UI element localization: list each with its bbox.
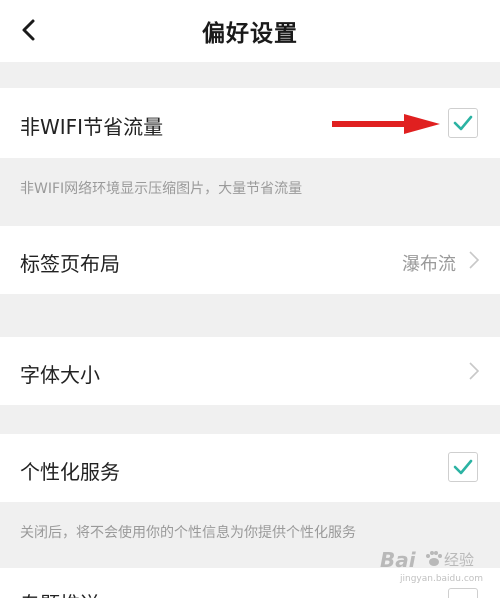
tab-layout-value: 瀑布流: [402, 254, 456, 275]
check-icon: [453, 115, 473, 131]
wifi-saving-note: 非WIFI网络环境显示压缩图片，大量节省流量: [20, 181, 303, 197]
personalization-label: 个性化服务: [20, 460, 120, 484]
setting-row-tab-layout[interactable]: 标签页布局 瀑布流: [0, 226, 500, 294]
wifi-saving-label: 非WIFI节省流量: [20, 115, 164, 139]
tab-layout-label: 标签页布局: [20, 252, 120, 276]
font-size-label: 字体大小: [20, 363, 100, 387]
partial-row-label: 专题推送: [20, 588, 100, 598]
watermark-url: jingyan.baidu.com: [400, 574, 484, 584]
watermark-suffix: 经验: [444, 551, 475, 569]
chevron-right-icon: [469, 251, 480, 269]
check-icon: [453, 459, 473, 475]
nav-header: 偏好设置: [0, 0, 500, 62]
baidu-jingyan-watermark: Bai 经验 jingyan.baidu.com: [380, 548, 490, 590]
chevron-right-icon: [469, 362, 480, 380]
personalization-note: 关闭后，将不会使用你的个性信息为你提供个性化服务: [20, 525, 356, 541]
setting-row-personalization[interactable]: 个性化服务: [0, 434, 500, 502]
page-title: 偏好设置: [202, 21, 298, 47]
watermark-logo: Bai: [380, 548, 416, 572]
personalization-checkbox[interactable]: [448, 452, 478, 482]
setting-row-font-size[interactable]: 字体大小: [0, 337, 500, 405]
red-arrow-annotation: [332, 114, 440, 134]
wifi-saving-checkbox[interactable]: [448, 108, 478, 138]
paw-icon: [426, 551, 442, 566]
